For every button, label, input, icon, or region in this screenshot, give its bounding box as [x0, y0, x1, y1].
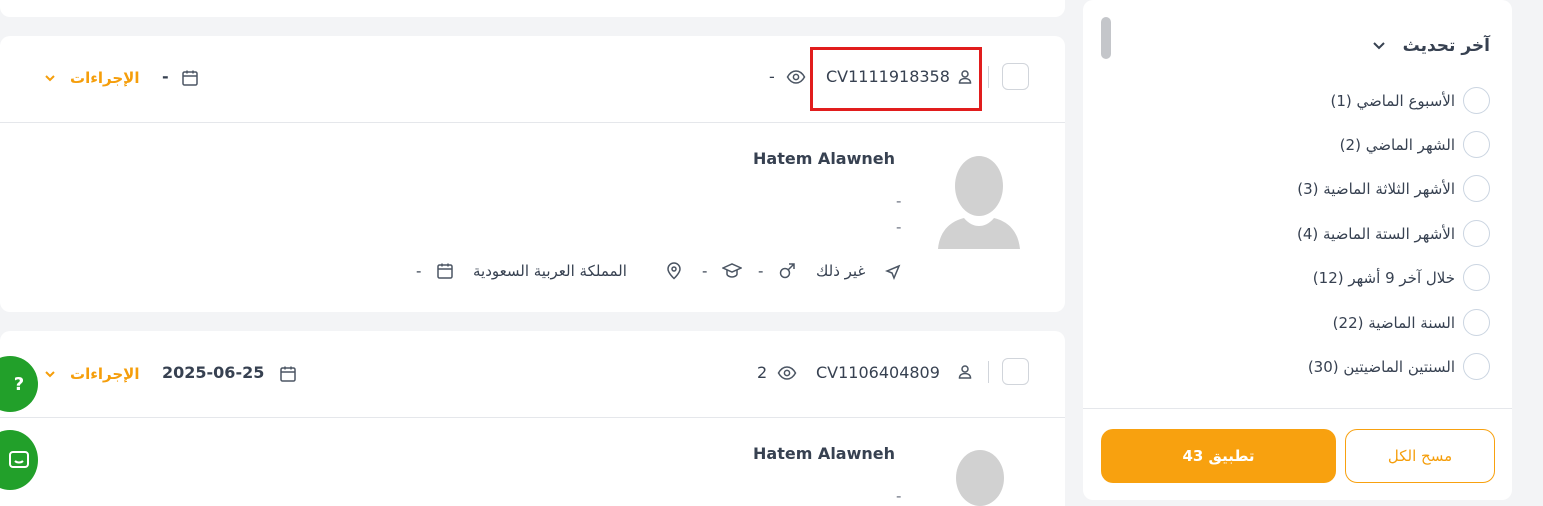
filter-option[interactable]: الأشهر الثلاثة الماضية (3)	[1297, 175, 1490, 202]
filter-option-label: السنة الماضية (22)	[1332, 313, 1455, 332]
cv-card	[0, 331, 1065, 506]
filter-option[interactable]: الشهر الماضي (2)	[1340, 131, 1490, 158]
birth-date-value: -	[416, 262, 422, 280]
eye-icon	[786, 69, 806, 85]
location-icon	[666, 262, 682, 280]
view-count: 2	[757, 363, 768, 382]
previous-card	[0, 0, 1065, 17]
divider	[1083, 408, 1512, 409]
cv-id: CV1106404809	[816, 363, 940, 382]
calendar-icon	[279, 365, 297, 383]
scrollbar[interactable]	[1101, 17, 1111, 59]
chat-icon	[8, 450, 30, 470]
filter-option[interactable]: الأسبوع الماضي (1)	[1330, 87, 1490, 114]
gender-value: -	[758, 262, 764, 280]
filter-option[interactable]: السنة الماضية (22)	[1333, 309, 1490, 336]
graduation-cap-icon	[722, 263, 742, 279]
chevron-down-icon[interactable]	[1372, 41, 1386, 51]
filter-option-label: السنتين الماضيتين (30)	[1307, 357, 1455, 376]
avatar	[950, 450, 1010, 506]
calendar-icon	[436, 262, 454, 280]
radio-button[interactable]	[1463, 220, 1490, 247]
select-checkbox[interactable]	[1002, 358, 1029, 385]
highlight-box	[810, 47, 982, 111]
radio-button[interactable]	[1463, 309, 1490, 336]
gender-icon	[778, 262, 796, 280]
divider	[988, 361, 989, 383]
candidate-name[interactable]: Hatem Alawneh	[753, 149, 895, 168]
update-date: -	[162, 67, 169, 86]
filter-panel: آخر تحديث الأسبوع الماضي (1) الشهر الماض…	[1083, 0, 1512, 500]
education-value: -	[702, 262, 708, 280]
user-icon	[957, 364, 973, 380]
filter-title[interactable]: آخر تحديث	[1403, 36, 1490, 56]
clear-all-button[interactable]: مسح الكل	[1345, 429, 1495, 483]
avatar	[938, 154, 1020, 253]
travel-willingness: غير ذلك	[816, 262, 866, 280]
select-checkbox[interactable]	[1002, 63, 1029, 90]
radio-button[interactable]	[1463, 264, 1490, 291]
update-date: 2025-06-25	[162, 363, 265, 382]
filter-option-label: الأشهر الستة الماضية (4)	[1296, 224, 1455, 243]
calendar-icon	[181, 69, 199, 87]
view-count: -	[769, 67, 775, 86]
filter-option-label: الأشهر الثلاثة الماضية (3)	[1297, 179, 1455, 198]
eye-icon	[777, 365, 797, 381]
divider	[988, 66, 989, 88]
filter-option-label: الشهر الماضي (2)	[1339, 135, 1455, 154]
help-label: ?	[13, 373, 25, 395]
job-title: -	[896, 192, 902, 210]
filter-option[interactable]: خلال آخر 9 أشهر (12)	[1313, 264, 1490, 291]
location-value: المملكة العربية السعودية	[473, 262, 627, 280]
radio-button[interactable]	[1463, 87, 1490, 114]
filter-option[interactable]: السنتين الماضيتين (30)	[1308, 353, 1490, 380]
radio-button[interactable]	[1463, 175, 1490, 202]
chevron-down-icon[interactable]	[44, 369, 56, 379]
apply-button[interactable]: تطبيق 43	[1101, 429, 1336, 483]
radio-button[interactable]	[1463, 131, 1490, 158]
radio-button[interactable]	[1463, 353, 1490, 380]
navigation-icon	[885, 264, 901, 280]
job-title: -	[896, 487, 902, 505]
filter-option-label: الأسبوع الماضي (1)	[1330, 91, 1455, 110]
filter-option-label: خلال آخر 9 أشهر (12)	[1312, 268, 1455, 287]
experience: -	[896, 218, 902, 236]
filter-option[interactable]: الأشهر الستة الماضية (4)	[1297, 220, 1490, 247]
candidate-name[interactable]: Hatem Alawneh	[753, 444, 895, 463]
chevron-down-icon[interactable]	[44, 73, 56, 83]
actions-menu[interactable]: الإجراءات	[70, 69, 139, 87]
actions-menu[interactable]: الإجراءات	[70, 365, 139, 383]
